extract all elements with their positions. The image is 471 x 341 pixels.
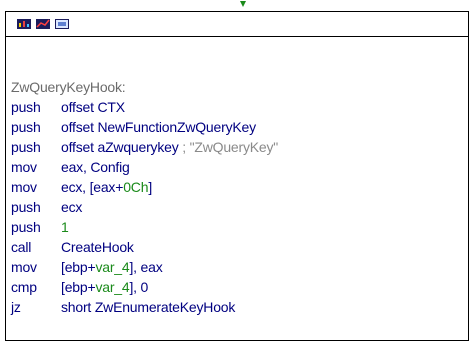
operand: short ZwEnumerateKeyHook (61, 299, 236, 315)
instruction-line[interactable]: push ecx (11, 197, 468, 217)
disassembly-listing: ZwQueryKeyHook: push offset CTX push offset… (6, 37, 468, 317)
operand-value: 1 (61, 219, 69, 235)
operand-value: 0Ch (123, 179, 149, 195)
node-toolbar (6, 12, 468, 37)
mnemonic: push (11, 99, 41, 115)
mnemonic: push (11, 139, 41, 155)
instruction-line[interactable]: push offset NewFunctionZwQueryKey (11, 117, 468, 137)
mnemonic: push (11, 199, 41, 215)
instruction-line[interactable]: push offset CTX (11, 97, 468, 117)
mnemonic: push (11, 119, 41, 135)
operand: offset aZwquerykey (61, 139, 179, 155)
instruction-line[interactable]: mov [ebp+var_4], eax (11, 257, 468, 277)
operand: ecx, [eax+ (61, 179, 124, 195)
operand-suffix: ], 0 (129, 279, 149, 295)
code-block-node[interactable]: ZwQueryKeyHook: push offset CTX push offset… (5, 11, 469, 341)
edit-graph-icon[interactable] (36, 19, 50, 29)
operand: eax, Config (61, 159, 130, 175)
comment: ; "ZwQueryKey" (182, 139, 279, 155)
instruction-line[interactable]: jz short ZwEnumerateKeyHook (11, 297, 468, 317)
operand: [ebp+ (61, 259, 96, 275)
operand: offset CTX (61, 99, 125, 115)
operand-value: var_4 (95, 259, 130, 275)
mnemonic: call (11, 239, 32, 255)
operand-value: var_4 (95, 279, 130, 295)
instruction-line[interactable]: call CreateHook (11, 237, 468, 257)
operand: CreateHook (61, 239, 134, 255)
operand: [ebp+ (61, 279, 96, 295)
mnemonic: jz (11, 299, 21, 315)
instruction-line[interactable]: mov eax, Config (11, 157, 468, 177)
operand-suffix: ], eax (129, 259, 163, 275)
mnemonic: cmp (11, 279, 37, 295)
mnemonic: mov (11, 179, 37, 195)
zoom-icon[interactable] (55, 19, 69, 29)
instruction-line[interactable]: push offset aZwquerykey ; "ZwQueryKey" (11, 137, 468, 157)
instruction-line[interactable]: mov ecx, [eax+0Ch] (11, 177, 468, 197)
mnemonic: push (11, 219, 41, 235)
incoming-edge-arrow (240, 1, 246, 7)
instruction-line[interactable]: push 1 (11, 217, 468, 237)
mnemonic: mov (11, 159, 37, 175)
operand: ecx (61, 199, 83, 215)
mnemonic: mov (11, 259, 37, 275)
operand-suffix: ] (148, 179, 153, 195)
code-label[interactable]: ZwQueryKeyHook: (11, 77, 468, 97)
graph-overview-icon[interactable] (17, 19, 31, 29)
instruction-line[interactable]: cmp [ebp+var_4], 0 (11, 277, 468, 297)
operand: offset NewFunctionZwQueryKey (61, 119, 256, 135)
